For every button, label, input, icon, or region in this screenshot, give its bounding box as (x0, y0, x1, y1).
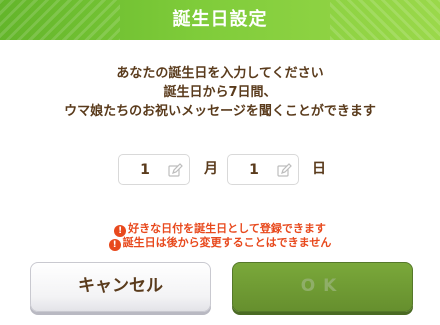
day-value: 1 (249, 162, 259, 178)
month-value: 1 (140, 162, 150, 178)
warning-text-1: 好きな日付を誕生日として登録できます (128, 222, 326, 235)
warning-line-2: ! 誕生日は後から変更することはできません (0, 236, 440, 251)
month-field[interactable]: 1 (118, 154, 190, 185)
exclamation-icon: ! (108, 239, 121, 251)
day-field[interactable]: 1 (227, 154, 299, 185)
pencil-icon (168, 163, 183, 177)
warning-line-1: ! 好きな日付を誕生日として登録できます (0, 222, 440, 237)
ok-button[interactable]: OK (232, 262, 413, 312)
cancel-button[interactable]: キャンセル (30, 262, 211, 312)
warning-text-2: 誕生日は後から変更することはできません (122, 236, 332, 249)
dialog-header: 誕生日設定 (0, 0, 440, 40)
description: あなたの誕生日を入力してください 誕生日から7日間、 ウマ娘たちのお祝いメッセー… (0, 64, 440, 121)
month-unit: 月 (204, 161, 218, 177)
description-line-3: ウマ娘たちのお祝いメッセージを聞くことができます (64, 104, 376, 119)
day-unit: 日 (312, 161, 326, 177)
description-line-2: 誕生日から7日間、 (163, 85, 277, 100)
dialog-title: 誕生日設定 (172, 9, 268, 30)
pencil-icon (277, 163, 292, 177)
description-line-1: あなたの誕生日を入力してください (116, 66, 324, 81)
